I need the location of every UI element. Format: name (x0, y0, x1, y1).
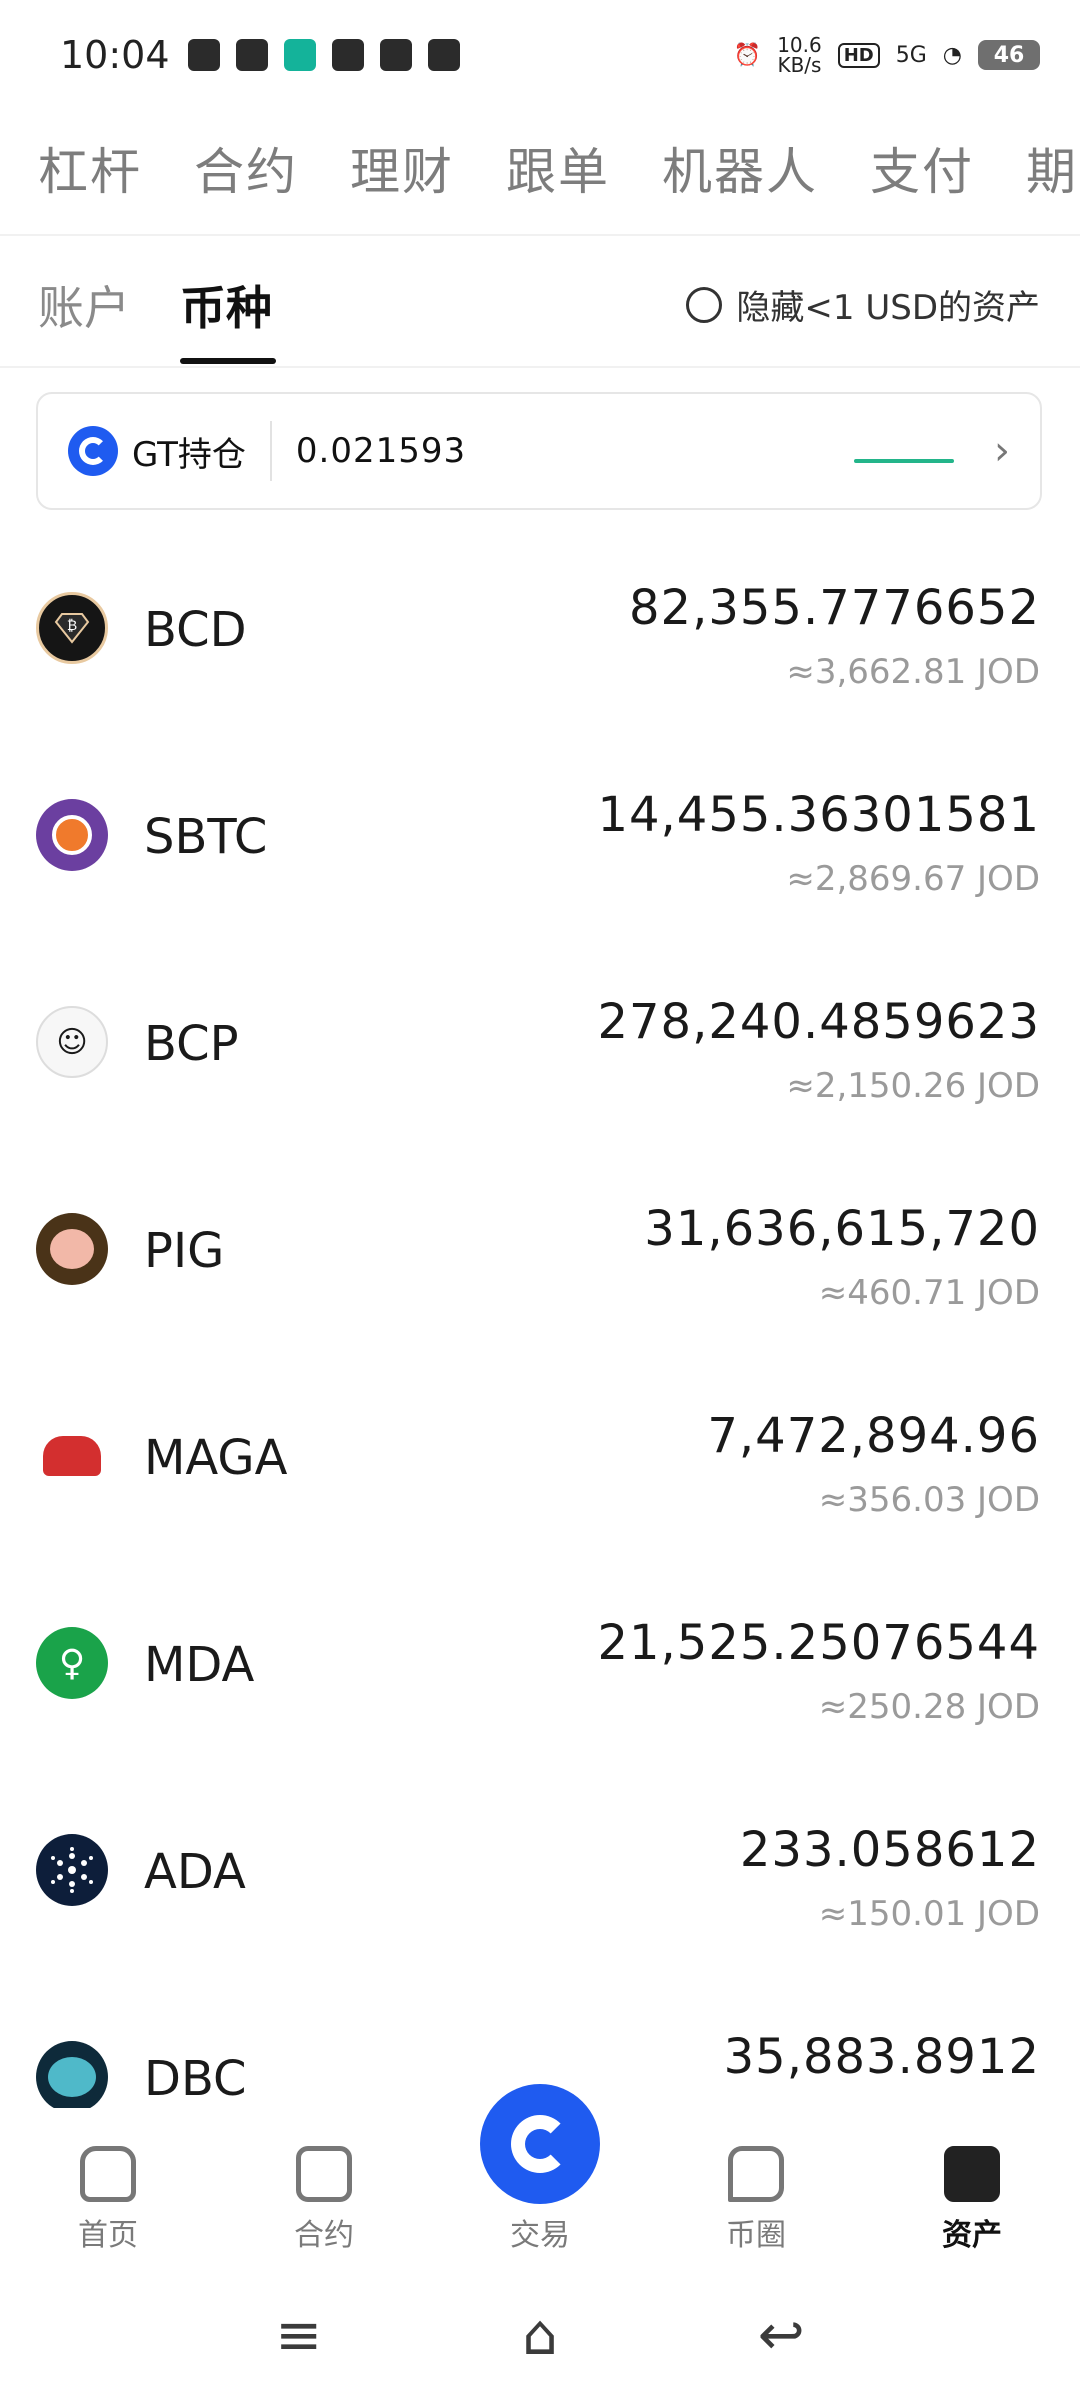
chevron-right-icon[interactable]: › (994, 428, 1010, 474)
nav-margin[interactable]: 杠杆 (38, 132, 142, 204)
asset-amount: 31,636,615,720 (644, 1201, 1040, 1257)
pig-icon (36, 1213, 108, 1285)
asset-name: MAGA (144, 1430, 288, 1486)
asset-amount: 14,455.36301581 (597, 787, 1040, 843)
tab-account[interactable]: 账户 (38, 272, 130, 338)
hd-badge: HD (837, 42, 880, 68)
home-icon[interactable]: ⌂ (522, 2303, 558, 2368)
bottom-nav-label: 首页 (78, 2218, 138, 2253)
notification-icons (187, 39, 460, 71)
mda-icon: ♀ (36, 1627, 108, 1699)
network-label: 5G (895, 42, 927, 68)
menu-icon[interactable]: ≡ (275, 2303, 322, 2368)
asset-value: ≈150.01 JOD (818, 1894, 1040, 1934)
contract-icon (296, 2146, 352, 2202)
gt-holding-value: 0.021593 (295, 431, 467, 471)
asset-row[interactable]: ₿ BCD 82,355.7776652 ≈3,662.81 JOD (0, 540, 1080, 747)
bottom-nav-home[interactable]: 首页 (38, 2146, 178, 2254)
hide-small-assets-label: 隐藏<1 USD的资产 (736, 288, 1040, 328)
nav-finance[interactable]: 理财 (350, 132, 454, 204)
sub-tabs: 账户 币种 隐藏<1 USD的资产 (0, 250, 1080, 368)
asset-name: SBTC (144, 809, 268, 865)
asset-name: MDA (144, 1637, 255, 1693)
asset-amount: 35,883.8912 (723, 2029, 1040, 2085)
asset-name: PIG (144, 1223, 225, 1279)
app-notification-icon (235, 39, 268, 71)
home-icon (80, 2146, 136, 2202)
asset-value: ≈250.28 JOD (818, 1687, 1040, 1727)
status-time: 10:04 (60, 33, 170, 77)
asset-amount: 21,525.25076544 (597, 1615, 1040, 1671)
asset-amount: 82,355.7776652 (629, 580, 1040, 636)
wallet-icon (944, 2146, 1000, 2202)
asset-row[interactable]: ☺ BCP 278,240.4859623 ≈2,150.26 JOD (0, 954, 1080, 1161)
asset-amount: 7,472,894.96 (707, 1408, 1040, 1464)
app-notification-icon (379, 39, 412, 71)
bottom-nav-label: 合约 (294, 2218, 354, 2253)
chat-bubble-icon (728, 2146, 784, 2202)
sbtc-icon (36, 799, 108, 871)
asset-name: BCD (144, 602, 247, 658)
nav-options[interactable]: 期 (1026, 132, 1078, 204)
net-speed: 10.6 KB/s (777, 33, 822, 77)
mail-icon (427, 39, 460, 71)
bottom-nav-community[interactable]: 币圈 (686, 2146, 826, 2254)
ada-icon (36, 1834, 108, 1906)
asset-value: ≈2,869.67 JOD (786, 859, 1040, 899)
tab-coin[interactable]: 币种 (180, 272, 272, 338)
asset-name: BCP (144, 1016, 239, 1072)
asset-value: ≈460.71 JOD (818, 1273, 1040, 1313)
bottom-nav-assets[interactable]: 资产 (902, 2146, 1042, 2254)
nav-copy-trading[interactable]: 跟单 (506, 132, 610, 204)
asset-name: ADA (144, 1844, 246, 1900)
qq-icon (331, 39, 364, 71)
nav-pay[interactable]: 支付 (870, 132, 974, 204)
maga-icon (36, 1420, 108, 1492)
asset-row[interactable]: ♀ MDA 21,525.25076544 ≈250.28 JOD (0, 1575, 1080, 1782)
active-tab-indicator (180, 358, 276, 364)
asset-list: ₿ BCD 82,355.7776652 ≈3,662.81 JOD SBTC … (0, 540, 1080, 2196)
asset-row[interactable]: SBTC 14,455.36301581 ≈2,869.67 JOD (0, 747, 1080, 954)
wifi-icon: ◔ (942, 42, 962, 68)
asset-amount: 278,240.4859623 (597, 994, 1040, 1050)
sparkline (854, 459, 954, 463)
system-nav: ≡ ⌂ ↩ (0, 2290, 1080, 2380)
tiktok-icon (187, 39, 220, 71)
divider (0, 234, 1080, 236)
dbc-icon (36, 2041, 108, 2113)
bottom-nav-contract[interactable]: 合约 (254, 2146, 394, 2254)
asset-row[interactable]: PIG 31,636,615,720 ≈460.71 JOD (0, 1161, 1080, 1368)
radio-icon[interactable] (686, 286, 723, 323)
gt-logo-icon (68, 426, 118, 476)
nav-bot[interactable]: 机器人 (662, 132, 818, 204)
separator (269, 421, 272, 481)
svg-text:₿: ₿ (67, 618, 77, 634)
bottom-nav-label: 币圈 (726, 2218, 786, 2253)
hide-small-assets-toggle[interactable]: 隐藏<1 USD的资产 (686, 280, 1040, 329)
gt-holding-label: GT持仓 (132, 434, 246, 475)
battery-icon: 46 (978, 40, 1040, 70)
shield-app-icon (283, 39, 316, 71)
bottom-nav-label: 交易 (510, 2218, 570, 2253)
alarm-icon: ⏰ (733, 42, 762, 68)
asset-name: DBC (144, 2051, 247, 2107)
nav-contract[interactable]: 合约 (194, 132, 298, 204)
product-nav: 杠杆 合约 理财 跟单 机器人 支付 期 (0, 118, 1080, 218)
bcd-icon: ₿ (36, 592, 108, 664)
bottom-nav-label: 资产 (942, 2218, 1002, 2253)
gate-logo-icon (511, 2115, 569, 2173)
asset-value: ≈3,662.81 JOD (786, 652, 1040, 692)
asset-value: ≈2,150.26 JOD (786, 1066, 1040, 1106)
asset-amount: 233.058612 (739, 1822, 1040, 1878)
asset-row[interactable]: ADA 233.058612 ≈150.01 JOD (0, 1782, 1080, 1989)
gt-holding-card[interactable]: GT持仓 0.021593 › (36, 392, 1042, 510)
trade-button[interactable] (480, 2084, 600, 2204)
asset-value: ≈356.03 JOD (818, 1480, 1040, 1520)
status-bar: 10:04 ⏰ 10.6 KB/s HD 5G ◔ 46 (0, 0, 1080, 110)
asset-row[interactable]: MAGA 7,472,894.96 ≈356.03 JOD (0, 1368, 1080, 1575)
divider (0, 366, 1080, 368)
back-icon[interactable]: ↩ (758, 2303, 805, 2368)
bcp-icon: ☺ (36, 1006, 108, 1078)
